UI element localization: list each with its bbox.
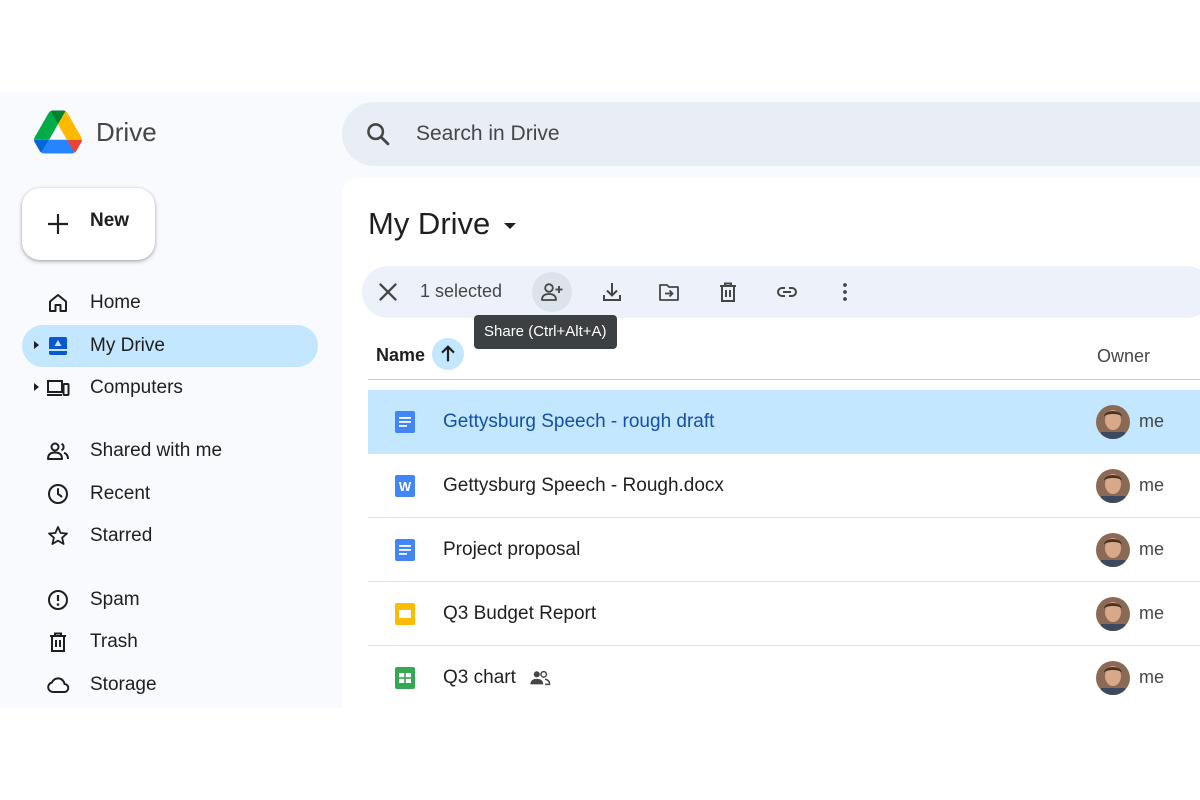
share-button[interactable] (532, 272, 572, 312)
selection-action-bar: 1 selected (362, 266, 1200, 318)
google-docs-icon (395, 539, 415, 561)
owner-label: me (1139, 667, 1165, 687)
close-icon[interactable] (374, 278, 402, 306)
add-person-icon (541, 283, 563, 301)
download-icon (603, 283, 621, 301)
column-header-owner[interactable]: Owner (1097, 346, 1150, 367)
link-icon (777, 287, 797, 297)
file-name: Project proposal (443, 539, 581, 560)
download-button[interactable] (592, 272, 632, 312)
sidebar-item-shared-with-me[interactable]: Shared with me (22, 430, 318, 472)
table-row[interactable]: W Gettysburg Speech - Rough.docx me (368, 454, 1200, 518)
my-drive-icon (49, 337, 67, 355)
sidebar-item-label: Trash (90, 631, 138, 652)
copy-link-button[interactable] (767, 272, 807, 312)
move-button[interactable] (649, 272, 689, 312)
table-row[interactable]: Q3 chart me (368, 646, 1200, 708)
drive-logo[interactable]: Drive (34, 110, 157, 154)
trash-icon (720, 282, 736, 302)
more-actions-button[interactable] (825, 272, 865, 312)
sidebar-item-label: Recent (90, 483, 151, 504)
sidebar-item-label: My Drive (90, 335, 165, 356)
page-title[interactable]: My Drive (368, 206, 517, 242)
table-row[interactable]: Q3 Budget Report me (368, 582, 1200, 646)
avatar (1096, 533, 1130, 567)
sidebar-item-home[interactable]: Home (22, 282, 318, 324)
sidebar-item-my-drive[interactable]: My Drive (22, 325, 318, 367)
share-tooltip: Share (Ctrl+Alt+A) (474, 315, 617, 349)
sidebar-item-label: Starred (90, 525, 153, 546)
search-bar[interactable]: Search in Drive (342, 102, 1200, 166)
app-name: Drive (96, 116, 157, 147)
sidebar-item-label: Home (90, 292, 141, 313)
avatar (1096, 405, 1130, 439)
page-title-text: My Drive (368, 206, 491, 241)
new-button-label: New (90, 210, 130, 231)
avatar (1096, 469, 1130, 503)
clock-icon (48, 484, 68, 504)
trash-icon (50, 632, 66, 652)
sidebar-item-computers[interactable]: Computers (22, 367, 318, 409)
sidebar-item-label: Computers (90, 377, 183, 398)
owner-label: me (1139, 539, 1165, 559)
sidebar-item-label: Storage (90, 674, 157, 695)
sidebar-item-trash[interactable]: Trash (22, 621, 318, 663)
file-name: Q3 chart (443, 667, 516, 688)
table-row[interactable]: Project proposal me (368, 518, 1200, 582)
search-icon[interactable] (364, 120, 392, 148)
more-vert-icon (843, 283, 847, 301)
new-button[interactable]: New (22, 188, 155, 260)
dropdown-caret-icon[interactable] (504, 223, 517, 229)
file-name: Gettysburg Speech - rough draft (443, 411, 715, 432)
svg-text:W: W (399, 479, 412, 494)
google-slides-icon (395, 603, 415, 625)
expand-caret-icon[interactable] (34, 341, 39, 349)
search-input[interactable]: Search in Drive (416, 122, 560, 146)
cloud-icon (47, 677, 70, 694)
table-row[interactable]: Gettysburg Speech - rough draft me (368, 390, 1200, 454)
owner-label: me (1139, 475, 1165, 495)
sidebar-item-label: Shared with me (90, 440, 223, 461)
sort-direction-button[interactable] (432, 338, 464, 370)
avatar (1096, 661, 1130, 695)
word-doc-icon: W (395, 475, 415, 497)
google-sheets-icon (395, 667, 415, 689)
avatar (1096, 597, 1130, 631)
arrow-up-icon (441, 345, 455, 362)
selection-count: 1 selected (420, 281, 503, 301)
computers-icon (47, 380, 70, 396)
google-docs-icon (395, 411, 415, 433)
expand-caret-icon[interactable] (34, 383, 39, 391)
sidebar-item-storage[interactable]: Storage (22, 664, 318, 706)
spam-icon (48, 590, 68, 610)
sidebar-item-recent[interactable]: Recent (22, 473, 318, 515)
file-name: Q3 Budget Report (443, 603, 597, 624)
drive-logo-icon (34, 110, 82, 154)
main-content: My Drive 1 selected Name Owner Gettysbur… (342, 178, 1200, 708)
shared-people-icon (530, 670, 551, 686)
owner-label: me (1139, 603, 1165, 623)
file-name: Gettysburg Speech - Rough.docx (443, 475, 724, 496)
delete-button[interactable] (708, 272, 748, 312)
shared-with-me-icon (47, 442, 69, 460)
sidebar-item-spam[interactable]: Spam (22, 579, 318, 621)
sidebar-item-starred[interactable]: Starred (22, 515, 318, 557)
owner-label: me (1139, 411, 1165, 431)
home-icon (49, 294, 67, 312)
sidebar-item-label: Spam (90, 589, 140, 610)
column-header-name[interactable]: Name (376, 345, 425, 366)
drive-app: Drive Search in Drive New Home My Drive (0, 92, 1200, 708)
star-icon (48, 526, 68, 545)
move-to-folder-icon (659, 284, 679, 301)
plus-icon (48, 214, 68, 234)
